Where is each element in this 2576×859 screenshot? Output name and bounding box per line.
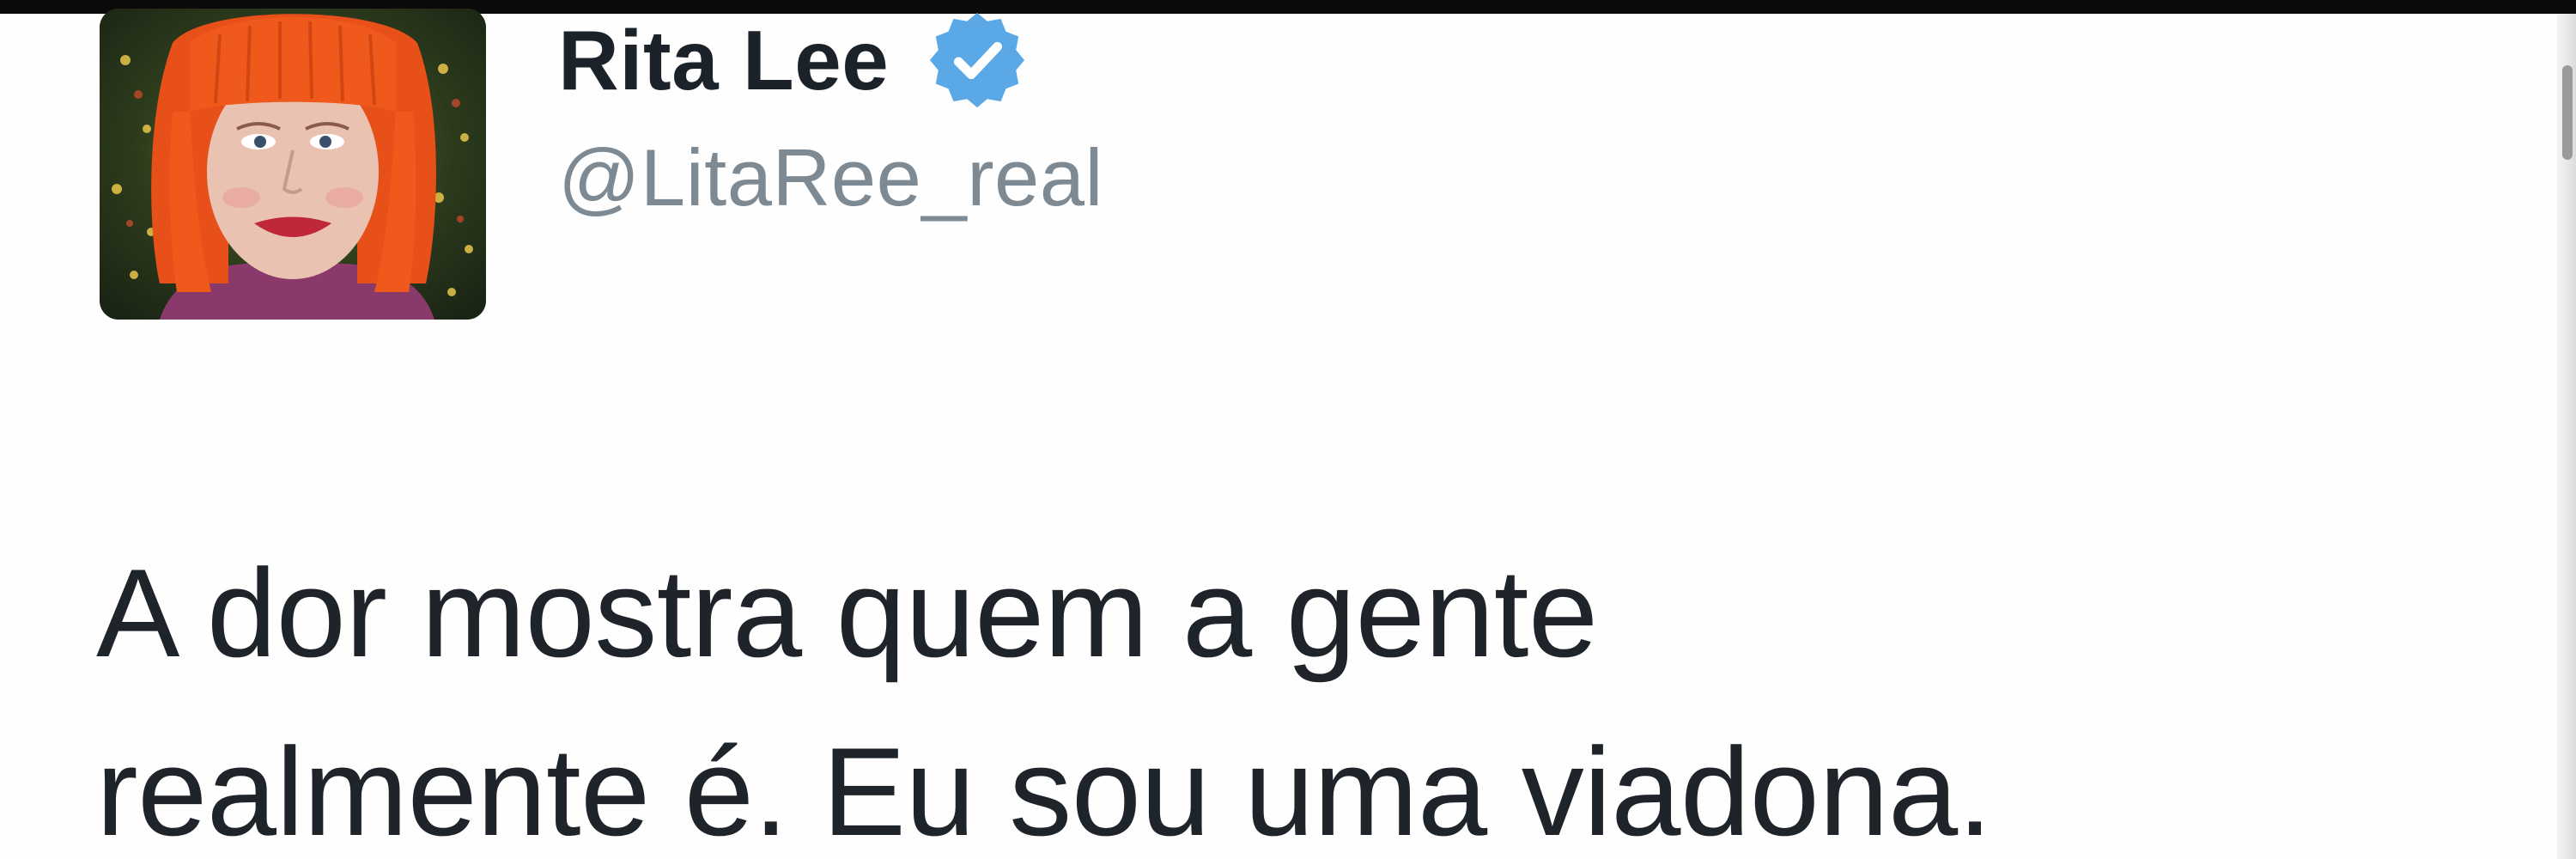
author-name-row: Rita Lee bbox=[558, 9, 1028, 112]
display-name[interactable]: Rita Lee bbox=[558, 18, 889, 102]
scrollbar-thumb[interactable] bbox=[2562, 65, 2573, 160]
profile-avatar[interactable] bbox=[100, 9, 486, 320]
tweet-text-line: realmente é. Eu sou uma viadona. bbox=[96, 722, 1992, 859]
tweet-body: A dor mostra quem a gente realmente é. E… bbox=[96, 524, 2415, 859]
tweet-card: Rita Lee @LitaRee_real A dor mostra quem… bbox=[0, 0, 2542, 859]
tweet-text-line: A dor mostra quem a gente bbox=[96, 543, 1598, 683]
scrollbar-track[interactable] bbox=[2557, 14, 2576, 859]
tweet-screenshot: Rita Lee @LitaRee_real A dor mostra quem… bbox=[0, 0, 2576, 859]
avatar-illustration bbox=[100, 9, 486, 320]
verified-badge-icon bbox=[927, 9, 1028, 111]
user-handle[interactable]: @LitaRee_real bbox=[558, 137, 1103, 218]
